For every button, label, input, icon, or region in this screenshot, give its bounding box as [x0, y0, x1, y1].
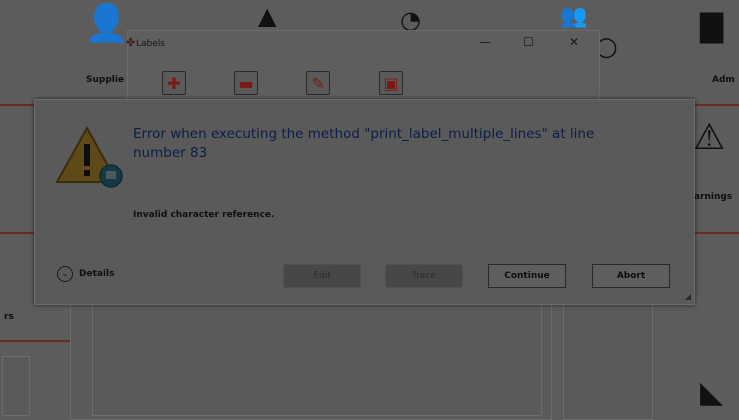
- print-icon: ▣: [383, 73, 399, 93]
- people-icon: 👥: [560, 4, 588, 29]
- details-label: Details: [79, 269, 115, 279]
- chevron-down-icon: ⌄: [57, 266, 73, 282]
- labels-window-title: Labels: [136, 39, 165, 49]
- minimize-button[interactable]: —: [479, 35, 491, 49]
- supplier-icon: 👤: [84, 3, 129, 44]
- add-label-button[interactable]: ✚: [162, 71, 186, 95]
- app-logo-icon: ✤: [126, 36, 136, 49]
- labels-window: ✤ Labels — ☐ ✕ ✚ ▬ ✎ ▣: [126, 30, 600, 107]
- details-toggle[interactable]: ⌄ Details: [57, 266, 114, 282]
- right-divider: [693, 232, 739, 234]
- bottle-icon: ▲: [258, 2, 277, 30]
- bg-panel-inner: [92, 302, 542, 416]
- tool-icon: ◣: [700, 375, 724, 410]
- edit-button[interactable]: Edit: [283, 264, 361, 288]
- warning-icon: [55, 125, 123, 188]
- close-button[interactable]: ✕: [569, 35, 579, 49]
- warnings-label[interactable]: arnings: [694, 192, 732, 202]
- supplier-label[interactable]: Supplie: [86, 75, 124, 85]
- error-message: Error when executing the method "print_l…: [133, 126, 595, 161]
- add-icon: ✚: [167, 73, 181, 93]
- left-divider-2: [0, 340, 70, 342]
- print-label-button[interactable]: ▣: [379, 71, 403, 95]
- error-detail: Invalid character reference.: [133, 210, 275, 220]
- edit-label-button[interactable]: ✎: [306, 71, 330, 95]
- trace-button[interactable]: Trace: [385, 264, 463, 288]
- bg-panel-right: [563, 302, 653, 420]
- warning-outline-icon: ⚠: [693, 117, 726, 158]
- edit-icon: ✎: [311, 73, 325, 93]
- left-fragment-label: rs: [4, 312, 14, 322]
- bg-panel-left: [2, 356, 30, 416]
- admin-label[interactable]: Adm: [712, 75, 735, 85]
- error-dialog: Error when executing the method "print_l…: [34, 99, 695, 305]
- maximize-button[interactable]: ☐: [523, 35, 534, 49]
- resize-grip-icon[interactable]: ◢: [685, 292, 691, 301]
- chart-icon: ◔: [400, 6, 421, 34]
- continue-button[interactable]: Continue: [488, 264, 566, 288]
- remove-icon: ▬: [238, 73, 254, 93]
- remove-label-button[interactable]: ▬: [234, 71, 258, 95]
- left-divider-1: [0, 232, 34, 234]
- abort-button[interactable]: Abort: [592, 264, 670, 288]
- admin-icon: ▇: [700, 9, 724, 44]
